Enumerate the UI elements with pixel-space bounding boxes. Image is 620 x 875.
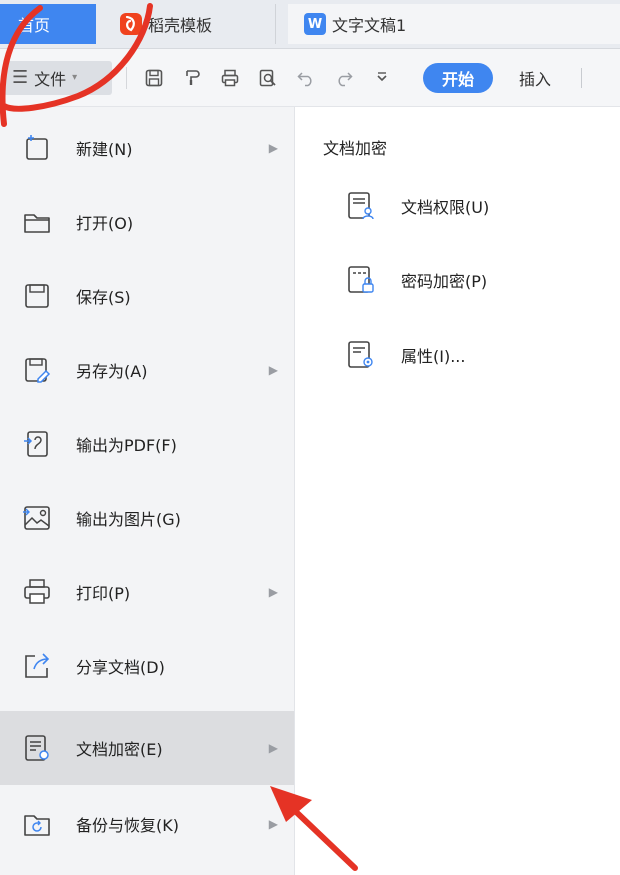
tab-insert-label: 插入 <box>519 69 552 89</box>
redo-icon[interactable] <box>333 67 355 89</box>
folder-icon <box>20 205 54 239</box>
menu-item-save[interactable]: 保存(S) <box>0 259 294 333</box>
undo-icon[interactable] <box>295 67 317 89</box>
submenu-item-password[interactable]: 密码加密(P) <box>345 258 487 302</box>
backup-icon <box>20 807 54 841</box>
menu-item-label: 新建(N) <box>76 140 133 159</box>
print-preview-icon[interactable] <box>257 67 279 89</box>
tab-document-label: 文字文稿1 <box>332 16 407 35</box>
file-menu-button[interactable]: ☰ 文件 ▾ <box>4 60 112 95</box>
tab-start-button[interactable]: 开始 <box>423 62 493 93</box>
submenu-item-label: 文档权限(U) <box>401 198 490 217</box>
menu-item-label: 保存(S) <box>76 288 131 307</box>
chevron-right-icon: ▶ <box>268 741 278 755</box>
chevron-right-icon: ▶ <box>268 817 278 831</box>
encrypt-submenu-panel: 文档加密 文档权限(U) 密码加密(P) 属性(I)... <box>295 107 620 875</box>
tab-insert-button[interactable]: 插入 <box>519 66 551 90</box>
tab-bar: 首页 稻壳模板 W 文字文稿1 <box>0 0 620 49</box>
properties-icon <box>345 338 377 372</box>
chevron-right-icon: ▶ <box>268 585 278 599</box>
menu-item-label: 文档加密(E) <box>76 740 163 759</box>
tab-home-label: 首页 <box>18 16 51 35</box>
submenu-item-doc-permission[interactable]: 文档权限(U) <box>345 184 489 228</box>
menu-item-new[interactable]: 新建(N) ▶ <box>0 111 294 185</box>
doc-permission-icon <box>345 189 377 223</box>
encrypt-doc-icon <box>20 731 54 765</box>
file-menu-panel: 新建(N) ▶ 打开(O) 保存(S) 另存为(A) ▶ 输出为PDF(F) 输… <box>0 107 295 875</box>
tab-home[interactable]: 首页 <box>0 4 96 44</box>
pdf-icon <box>20 427 54 461</box>
menu-item-export-pdf[interactable]: 输出为PDF(F) <box>0 407 294 481</box>
quick-toolbar: ☰ 文件 ▾ 开始 插入 <box>0 49 620 107</box>
tab-template[interactable]: 稻壳模板 <box>104 4 276 44</box>
submenu-item-label: 属性(I)... <box>401 347 466 366</box>
save-icon[interactable] <box>143 67 165 89</box>
toolbar-divider <box>581 67 583 88</box>
share-icon <box>20 649 54 683</box>
menu-item-label: 分享文档(D) <box>76 658 165 677</box>
menu-item-encrypt[interactable]: 文档加密(E) ▶ <box>0 711 294 785</box>
tab-template-label: 稻壳模板 <box>148 16 213 35</box>
submenu-item-properties[interactable]: 属性(I)... <box>345 333 465 377</box>
toolbar-divider <box>126 66 127 89</box>
password-lock-icon <box>345 263 377 297</box>
submenu-item-label: 密码加密(P) <box>401 272 488 291</box>
chevron-right-icon: ▶ <box>268 141 278 155</box>
customize-toolbar-icon[interactable] <box>371 67 393 89</box>
save-icon <box>20 279 54 313</box>
menu-item-open[interactable]: 打开(O) <box>0 185 294 259</box>
daoke-logo-icon <box>120 13 142 35</box>
new-doc-icon <box>20 131 54 165</box>
tab-start-label: 开始 <box>441 69 474 89</box>
menu-item-label: 输出为PDF(F) <box>76 436 177 455</box>
chevron-right-icon: ▶ <box>268 363 278 377</box>
format-painter-icon[interactable] <box>181 67 203 89</box>
menu-item-label: 另存为(A) <box>76 362 148 381</box>
menu-item-backup[interactable]: 备份与恢复(K) ▶ <box>0 787 294 861</box>
file-menu-label: 文件 <box>34 69 67 89</box>
hamburger-icon: ☰ <box>12 67 29 88</box>
menu-item-label: 打印(P) <box>76 584 131 603</box>
menu-item-share[interactable]: 分享文档(D) <box>0 629 294 703</box>
tab-document[interactable]: W 文字文稿1 <box>288 4 620 44</box>
menu-item-print[interactable]: 打印(P) ▶ <box>0 555 294 629</box>
submenu-title: 文档加密 <box>323 139 388 158</box>
menu-item-save-as[interactable]: 另存为(A) ▶ <box>0 333 294 407</box>
menu-item-label: 打开(O) <box>76 214 134 233</box>
menu-item-label: 输出为图片(G) <box>76 510 181 529</box>
writer-doc-icon: W <box>304 13 326 35</box>
menu-item-export-image[interactable]: 输出为图片(G) <box>0 481 294 555</box>
menu-item-label: 备份与恢复(K) <box>76 816 179 835</box>
save-as-icon <box>20 353 54 387</box>
print-icon[interactable] <box>219 67 241 89</box>
image-icon <box>20 501 54 535</box>
chevron-down-icon: ▾ <box>72 72 78 83</box>
print-icon <box>20 575 54 609</box>
